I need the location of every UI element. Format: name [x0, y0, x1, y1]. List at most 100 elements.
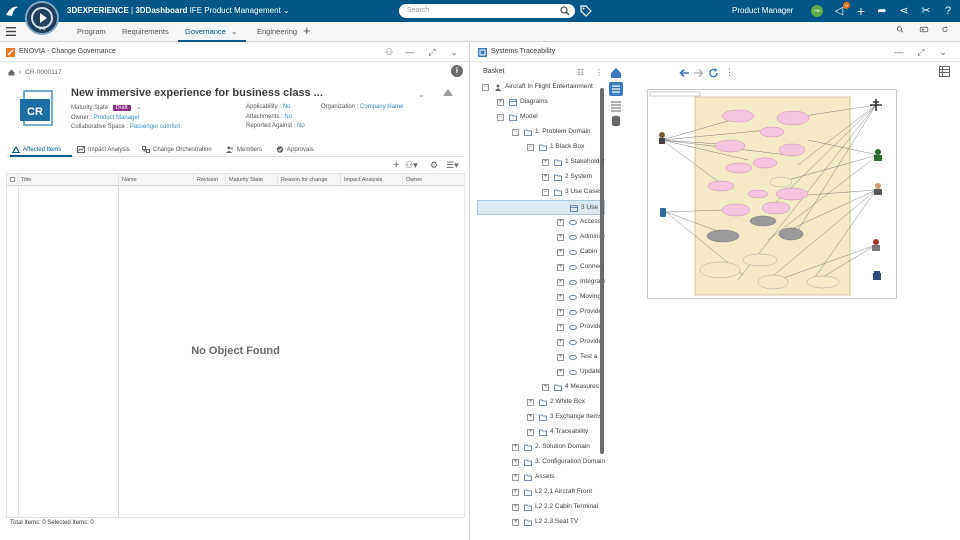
tree-node-2-solution-domain[interactable]: +2. Solution Domain — [477, 440, 605, 455]
add-tab-icon[interactable]: + — [303, 23, 311, 38]
collapse-icon[interactable]: − — [527, 144, 534, 151]
minimize-icon[interactable]: — — [894, 47, 904, 57]
collapse-header-icon[interactable] — [443, 89, 453, 96]
chevron-down-icon[interactable]: ⌄ — [938, 47, 948, 57]
tree-node-provide[interactable]: + Provide — [477, 320, 605, 335]
tab-affected-items[interactable]: Affected Items — [12, 146, 61, 153]
add-icon[interactable]: + — [393, 159, 399, 171]
tree-node-provide[interactable]: + Provide — [477, 305, 605, 320]
share-network-icon[interactable]: ⋖ — [897, 4, 911, 18]
search-input[interactable]: Search — [399, 4, 575, 18]
expand-icon[interactable]: + — [527, 414, 534, 421]
chevron-down-icon[interactable]: ⌄ — [231, 27, 237, 36]
tree-node-connect[interactable]: + Connect — [477, 260, 605, 275]
tree-node-3-exchange-items[interactable]: +3 Exchange Items — [477, 410, 605, 425]
column-header[interactable]: Revision — [194, 174, 226, 186]
expand-icon[interactable]: + — [557, 309, 564, 316]
expand-icon[interactable]: + — [512, 474, 519, 481]
collab-space-link[interactable]: Passenger comfort — [130, 124, 180, 130]
expand-icon[interactable]: + — [542, 174, 549, 181]
select-all-checkbox[interactable] — [7, 174, 18, 186]
expand-icon[interactable]: + — [527, 399, 534, 406]
list-view-icon[interactable] — [610, 100, 622, 112]
tree-node-cabin[interactable]: + Cabin — [477, 245, 605, 260]
search-zoom-icon[interactable] — [896, 26, 904, 33]
back-arrow-icon[interactable] — [679, 68, 690, 78]
collapse-icon[interactable]: − — [542, 189, 549, 196]
share-arrow-icon[interactable]: ➦ — [875, 4, 889, 18]
expand-icon[interactable]: + — [512, 489, 519, 496]
chevron-down-icon[interactable]: ⌄ — [136, 105, 141, 111]
expand-icon[interactable]: + — [557, 219, 564, 226]
expand-icon[interactable]: + — [497, 99, 504, 106]
forward-arrow-icon[interactable] — [693, 68, 704, 78]
search-icon[interactable] — [560, 6, 570, 16]
expand-icon[interactable]: + — [527, 429, 534, 436]
home-icon[interactable] — [8, 69, 15, 76]
tree-node-4-traceability[interactable]: +4 Traceability — [477, 425, 605, 440]
column-header[interactable]: Title — [18, 174, 119, 186]
expand-icon[interactable]: + — [557, 354, 564, 361]
tree-node-model[interactable]: − Model — [477, 110, 605, 125]
tree-node-update[interactable]: + Update — [477, 365, 605, 380]
tree-node-3-use-case-diagram[interactable]: 3 Use Case Diagram — [477, 200, 605, 215]
tag-icon[interactable] — [580, 5, 592, 17]
more-options-icon[interactable]: ⋮ — [725, 67, 734, 78]
tab-governance[interactable]: Governance — [185, 27, 226, 36]
tree-view-icon[interactable] — [609, 82, 623, 96]
tree-node-administer[interactable]: +Administer — [477, 230, 605, 245]
expand-icon[interactable]: + — [512, 519, 519, 526]
expand-icon[interactable]: + — [557, 249, 564, 256]
collapse-icon[interactable]: − — [512, 129, 519, 136]
expand-icon[interactable]: + — [542, 159, 549, 166]
collapse-icon[interactable]: − — [497, 114, 504, 121]
username[interactable]: Product Manager — [732, 6, 793, 15]
tree-node-4-measures[interactable]: +4 Measures — [477, 380, 605, 395]
tree-node-l2-2-3-seat-tv[interactable]: + L2 2.3 Seat TV — [477, 515, 605, 530]
maximize-icon[interactable]: ⤢ — [427, 47, 437, 57]
tab-impact-analysis[interactable]: Impact Analysis — [77, 146, 130, 153]
tree-node-assets[interactable]: + Assets — [477, 470, 605, 485]
info-icon[interactable]: i — [451, 65, 463, 77]
users-icon[interactable]: ⚇ — [384, 47, 394, 57]
compass-button[interactable]: V.6 — [25, 1, 59, 35]
tree-node-moving[interactable]: + Moving — [477, 290, 605, 305]
tab-program[interactable]: Program — [77, 27, 106, 36]
tab-approvals[interactable]: Approvals — [276, 146, 314, 153]
avatar[interactable]: PM — [811, 5, 823, 17]
refresh-icon[interactable] — [941, 26, 949, 33]
expand-icon[interactable]: + — [557, 234, 564, 241]
gear-icon[interactable]: ⚙ — [430, 160, 438, 171]
tree-node-l2-2-2-cabin-terminal[interactable]: + L2 2.2 Cabin Terminal — [477, 500, 605, 515]
tree-node-2-system[interactable]: +2 System — [477, 170, 605, 185]
expand-icon[interactable]: + — [542, 384, 549, 391]
3ds-logo-icon[interactable] — [4, 3, 20, 19]
minimize-icon[interactable]: — — [405, 47, 415, 57]
table-view-icon[interactable] — [939, 66, 950, 77]
expand-icon[interactable]: + — [557, 369, 564, 376]
app-title[interactable]: 3DEXPERIENCE | 3DDashboard IFE Product M… — [67, 6, 290, 15]
hamburger-menu-icon[interactable] — [6, 27, 16, 36]
tab-engineering[interactable]: Engineering — [257, 27, 297, 36]
tab-change-orchestration[interactable]: Change Orchestration — [142, 146, 212, 153]
tree-node-l2-2-1-aircraft-front[interactable]: + L2 2.1 Aircraft Front — [477, 485, 605, 500]
column-header[interactable]: Impact Analysis — [341, 174, 403, 186]
tree-node-diagrams[interactable]: + Diagrams — [477, 95, 605, 110]
use-case-diagram[interactable] — [647, 89, 897, 299]
breadcrumb-item[interactable]: CR-0000117 — [25, 69, 61, 76]
tab-members[interactable]: Members — [226, 146, 262, 153]
owner-link[interactable]: Product Manager — [94, 115, 140, 121]
tree-node-1-stakeholders[interactable]: +1 Stakeholders — [477, 155, 605, 170]
tree-node-provide[interactable]: + Provide — [477, 335, 605, 350]
expand-icon[interactable]: + — [557, 279, 564, 286]
collapse-icon[interactable]: − — [482, 84, 489, 91]
maximize-icon[interactable]: ⤢ — [916, 47, 926, 57]
add-icon[interactable]: + — [854, 4, 868, 18]
tools-icon[interactable]: ✂ — [919, 4, 933, 18]
expand-icon[interactable]: + — [557, 294, 564, 301]
column-header[interactable]: Reason for change — [278, 174, 341, 186]
column-header[interactable]: Maturity State — [226, 174, 278, 186]
expand-icon[interactable]: + — [512, 444, 519, 451]
tree-scrollbar[interactable] — [600, 88, 604, 454]
tree-node-1-black-box[interactable]: − 1 Black Box — [477, 140, 605, 155]
